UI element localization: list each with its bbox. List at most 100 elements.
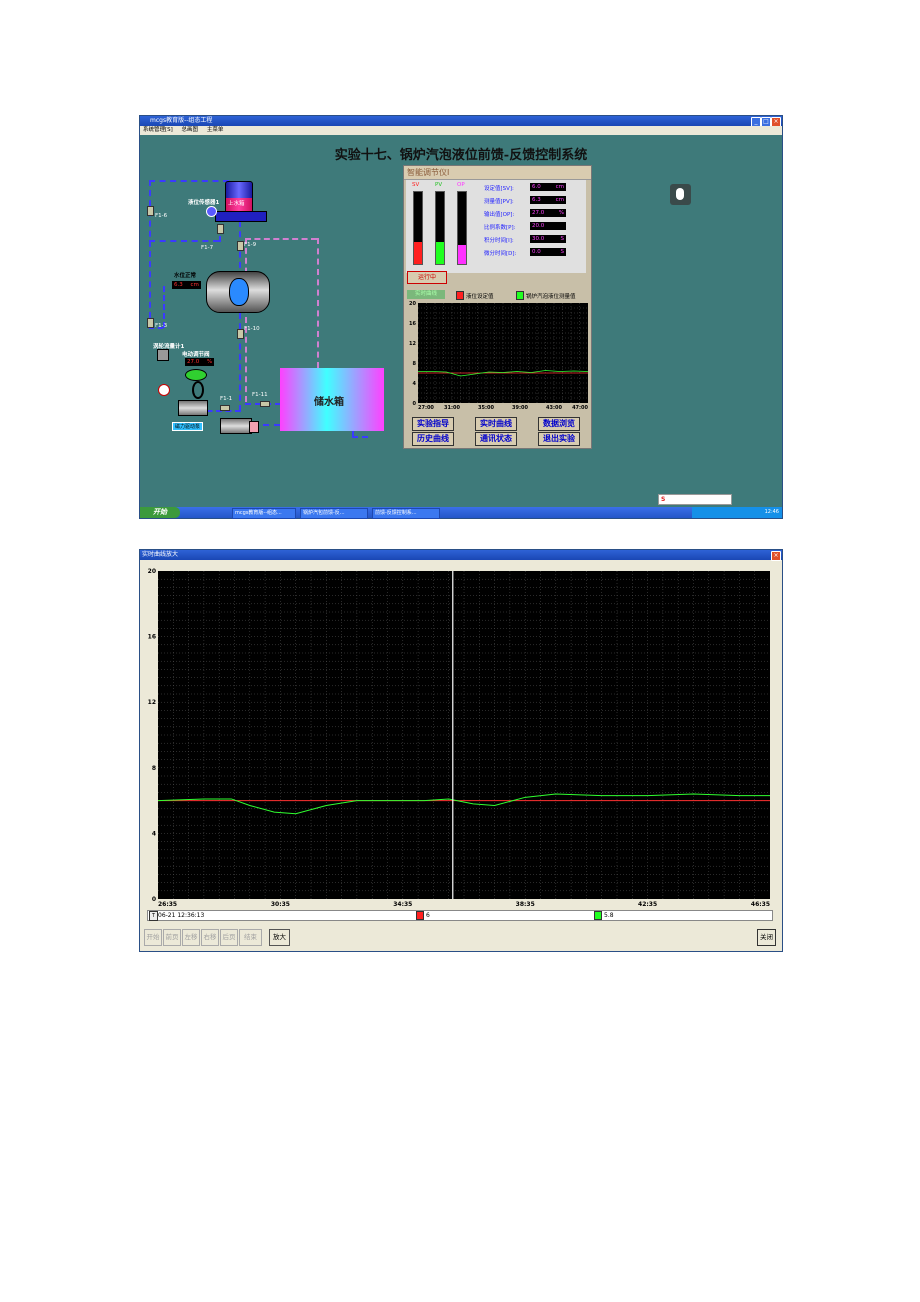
x-tick-label: 26:35 bbox=[158, 901, 177, 907]
sv-value: 6 bbox=[426, 912, 430, 919]
x-tick-label: 38:35 bbox=[516, 901, 535, 907]
menu-overview[interactable]: 总画图 bbox=[182, 127, 199, 133]
x-tick-label: 30:35 bbox=[271, 901, 290, 907]
realtime-trend-chart: 0 4 8 12 16 20 27:00 31:00 35:00 39:00 43:00 47:00 bbox=[409, 301, 588, 411]
guide-button[interactable]: 实验指导 bbox=[412, 417, 454, 431]
task-item-doc2[interactable]: 前馈-反馈控制系... bbox=[372, 508, 440, 519]
reservoir-label: 储水箱 bbox=[314, 397, 344, 408]
sv-bar bbox=[413, 191, 423, 265]
valve-f1-1[interactable] bbox=[220, 405, 230, 411]
x-tick-label: 42:35 bbox=[638, 901, 657, 907]
op-bar bbox=[457, 191, 467, 265]
valve-f1-11-label: F1-11 bbox=[252, 392, 268, 398]
nav-left-button[interactable]: 左移 bbox=[182, 929, 200, 946]
param-value-unit: % bbox=[558, 210, 564, 216]
control-valve-icon bbox=[185, 369, 207, 381]
valve-f1-1-label: F1-1 bbox=[220, 396, 233, 402]
nav-prev-page-button[interactable]: 前页 bbox=[163, 929, 181, 946]
x-tick-label: 31:00 bbox=[444, 405, 460, 411]
exit-experiment-button[interactable]: 退出实验 bbox=[538, 432, 580, 446]
window2-title: 实时曲线放大 bbox=[142, 551, 179, 558]
param-value[interactable]: 6.0 cm bbox=[530, 183, 566, 191]
close-icon[interactable]: × bbox=[771, 551, 781, 561]
param-value[interactable]: 30.0 S bbox=[530, 235, 566, 243]
y-tick-label: 12 bbox=[148, 699, 156, 706]
param-value-unit: cm bbox=[555, 184, 564, 190]
taskbar: 开始 mcgs教育版--组态... 锅炉汽包前馈-反... 前馈-反馈控制系..… bbox=[140, 507, 782, 519]
nav-start-button[interactable]: 开始 bbox=[144, 929, 162, 946]
pv-swatch bbox=[594, 911, 602, 920]
param-value[interactable]: 27.0% bbox=[530, 209, 566, 217]
start-button[interactable]: 开始 bbox=[140, 507, 180, 518]
window2-titlebar: 实时曲线放大 × bbox=[140, 550, 782, 561]
param-value[interactable]: 0.0 S bbox=[530, 248, 566, 256]
boiler-drum bbox=[206, 271, 270, 313]
param-value-number: 30.0 bbox=[532, 236, 545, 242]
cursor-time: 06-21 12:36:13 bbox=[158, 912, 205, 919]
clock: 12:46 bbox=[764, 509, 779, 515]
x-tick-label: 35:00 bbox=[478, 405, 494, 411]
param-value-number: 27.0 bbox=[532, 210, 545, 216]
controller-title: 智能调节仪Ⅰ bbox=[404, 166, 591, 180]
y-tick-label: 12 bbox=[409, 341, 416, 347]
param-label: 设定值[SV]: bbox=[484, 186, 514, 192]
history-curve-button[interactable]: 历史曲线 bbox=[412, 432, 454, 446]
experiment-title: 实验十七、锅炉汽泡液位前馈-反馈控制系统 bbox=[334, 148, 588, 163]
param-label: 测量值[PV]: bbox=[484, 199, 514, 205]
mouse-icon[interactable] bbox=[670, 184, 691, 205]
nav-next-page-button[interactable]: 后页 bbox=[220, 929, 238, 946]
zoom-button[interactable]: 放大 bbox=[269, 929, 290, 946]
ime-toolbar[interactable]: S bbox=[658, 494, 732, 505]
param-value-number: 0.0 bbox=[532, 249, 541, 255]
realtime-curve-button[interactable]: 实时曲线 bbox=[475, 417, 517, 431]
valve-f1-3-label: F1-3 bbox=[155, 323, 168, 329]
valve-f1-3[interactable] bbox=[147, 318, 154, 328]
legend-pv-swatch bbox=[516, 291, 524, 300]
bar-label-op: OP bbox=[457, 182, 465, 188]
data-browse-button[interactable]: 数据浏览 bbox=[538, 417, 580, 431]
legend-realtime: 实时曲线 bbox=[407, 290, 445, 299]
y-tick-label: 0 bbox=[152, 896, 156, 903]
run-status: 运行中 bbox=[407, 271, 447, 284]
realtime-curve-zoom-window: 实时曲线放大 × 0 4 8 12 16 20 26:35 30:35 34:35 38:35 42… bbox=[139, 549, 783, 952]
param-value[interactable]: 20.0 bbox=[530, 222, 566, 230]
sensor-icon bbox=[206, 206, 217, 217]
x-tick-label: 46:35 bbox=[751, 901, 770, 907]
param-value-number: 6.0 bbox=[532, 184, 541, 190]
sv-swatch bbox=[416, 911, 424, 920]
bar-label-sv: SV bbox=[412, 182, 420, 188]
valve-f1-7-label: F1-7 bbox=[201, 245, 214, 251]
pv-bar bbox=[435, 191, 445, 265]
y-tick-label: 20 bbox=[148, 568, 156, 575]
upper-tank: 上水箱 bbox=[225, 181, 253, 213]
y-tick-label: 8 bbox=[413, 361, 417, 367]
param-value-number: 6.3 bbox=[532, 197, 541, 203]
valve-f1-10[interactable] bbox=[237, 329, 244, 339]
valve-f1-11[interactable] bbox=[260, 401, 270, 407]
legend-sv-label: 液位设定值 bbox=[466, 294, 494, 300]
task-item-doc1[interactable]: 锅炉汽包前馈-反... bbox=[300, 508, 368, 519]
task-item-mcgs[interactable]: mcgs教育版--组态... bbox=[232, 508, 296, 519]
sensor-label: 液位传感器1 bbox=[188, 200, 220, 206]
param-value-unit: S bbox=[560, 236, 565, 242]
reservoir: 储水箱 bbox=[280, 368, 384, 431]
param-value[interactable]: 6.3 cm bbox=[530, 196, 566, 204]
legend-sv-swatch bbox=[456, 291, 464, 300]
nav-right-button[interactable]: 右移 bbox=[201, 929, 219, 946]
legend-pv-label: 锅炉汽泡液位测量值 bbox=[526, 294, 576, 300]
valve-f1-6[interactable] bbox=[147, 206, 154, 216]
drum-status-label: 水位正常 bbox=[174, 273, 197, 279]
pump2-icon bbox=[220, 418, 259, 434]
close-button[interactable]: 关闭 bbox=[757, 929, 776, 946]
valve-f1-9[interactable] bbox=[237, 241, 244, 251]
valve-f1-7[interactable] bbox=[217, 224, 224, 234]
nav-end-button[interactable]: 结束 bbox=[239, 929, 262, 946]
comm-status-button[interactable]: 通讯状态 bbox=[475, 432, 517, 446]
zoomed-trend-chart: 0 4 8 12 16 20 26:35 30:35 34:35 38:35 42:35 46:35 bbox=[148, 568, 770, 907]
valve-f1-10-label: F1-10 bbox=[244, 326, 260, 332]
menu-system[interactable]: 系统管理[S] bbox=[143, 127, 173, 133]
menu-main[interactable]: 主菜单 bbox=[207, 127, 224, 133]
cursor-icon: T bbox=[149, 911, 158, 921]
window-title: mcgs教育版--组态工程 bbox=[150, 117, 213, 124]
x-tick-label: 39:00 bbox=[512, 405, 528, 411]
